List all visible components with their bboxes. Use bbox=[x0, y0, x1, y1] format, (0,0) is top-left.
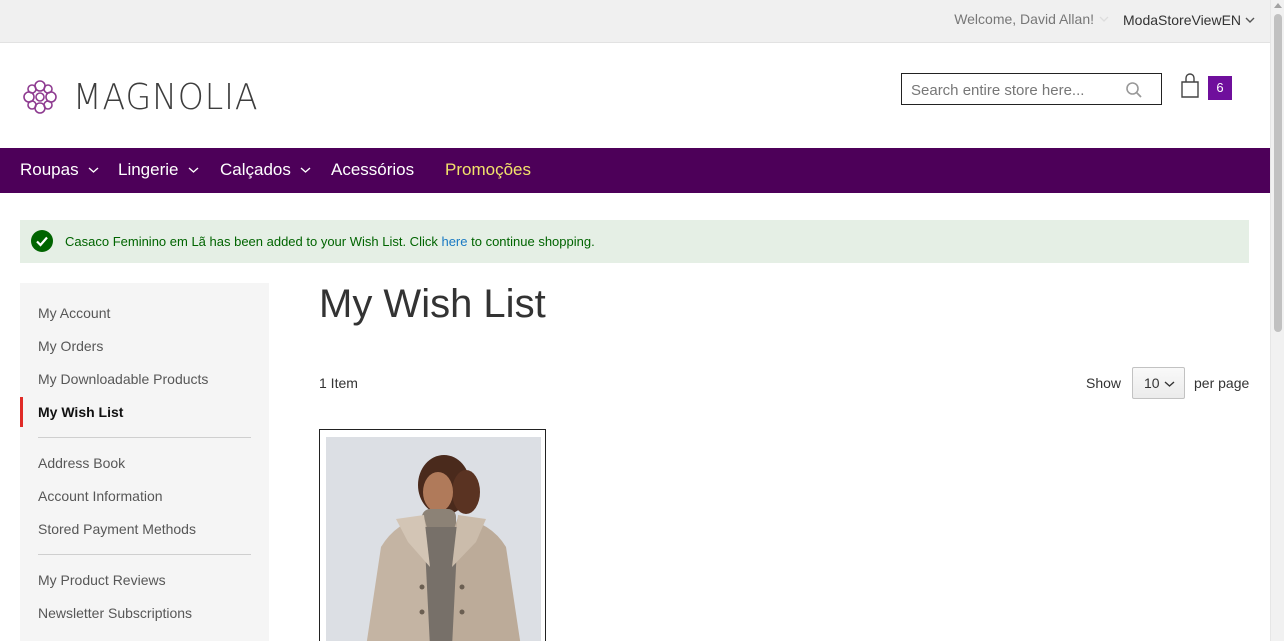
search-input[interactable] bbox=[911, 80, 1121, 100]
nav-item-roupas[interactable]: Roupas bbox=[20, 160, 99, 180]
item-count: 1 Item bbox=[319, 375, 358, 391]
nav-item-label: Acessórios bbox=[331, 160, 415, 179]
success-message-text: Casaco Feminino em Lã has been added to … bbox=[65, 234, 595, 249]
nav-item-label: Lingerie bbox=[118, 160, 179, 179]
magnolia-logo-icon bbox=[23, 80, 57, 114]
logo-text: MAGNOLIA bbox=[73, 76, 259, 118]
chevron-down-icon bbox=[1245, 17, 1255, 23]
continue-shopping-link[interactable]: here bbox=[441, 234, 467, 249]
nav-item-promocoes[interactable]: Promoções bbox=[445, 160, 531, 180]
chevron-down-icon bbox=[1099, 16, 1109, 22]
chevron-down-icon bbox=[188, 167, 198, 173]
store-view-label: ModaStoreViewEN bbox=[1123, 12, 1242, 28]
store-logo[interactable]: MAGNOLIA bbox=[19, 76, 275, 118]
nav-item-label: Calçados bbox=[220, 160, 291, 179]
page-title: My Wish List bbox=[319, 282, 546, 326]
per-page-label: per page bbox=[1194, 375, 1250, 391]
sidebar-divider bbox=[38, 437, 251, 438]
store-view-switcher[interactable]: ModaStoreViewEN bbox=[1123, 12, 1255, 28]
sidebar-item-newsletter-subscriptions[interactable]: Newsletter Subscriptions bbox=[38, 605, 192, 621]
per-page-value: 10 bbox=[1144, 375, 1160, 391]
sidebar-item-account-information[interactable]: Account Information bbox=[38, 488, 163, 504]
product-photo-illustration bbox=[326, 437, 541, 641]
success-message: Casaco Feminino em Lã has been added to … bbox=[20, 220, 1249, 263]
nav-item-calcados[interactable]: Calçados bbox=[220, 160, 311, 180]
top-bar: Welcome, David Allan! ModaStoreViewEN bbox=[0, 0, 1270, 43]
search-icon[interactable] bbox=[1125, 81, 1143, 99]
product-image[interactable] bbox=[326, 437, 541, 641]
nav-item-label: Promoções bbox=[445, 160, 531, 179]
sidebar-divider bbox=[38, 554, 251, 555]
main-navigation: Roupas Lingerie Calçados Acessórios Prom… bbox=[0, 148, 1270, 193]
show-label: Show bbox=[1086, 375, 1122, 391]
search-box[interactable] bbox=[901, 73, 1162, 105]
chevron-down-icon bbox=[300, 167, 311, 173]
sidebar-item-my-wish-list: My Wish List bbox=[38, 404, 124, 420]
chevron-down-icon bbox=[1164, 381, 1175, 387]
wishlist-product-card[interactable] bbox=[319, 429, 546, 641]
current-item-marker bbox=[20, 397, 23, 427]
sidebar-item-my-orders[interactable]: My Orders bbox=[38, 338, 103, 354]
nav-item-lingerie[interactable]: Lingerie bbox=[118, 160, 199, 180]
page-scrollbar[interactable] bbox=[1270, 0, 1284, 641]
shopping-bag-icon[interactable] bbox=[1180, 73, 1200, 99]
sidebar-item-product-reviews[interactable]: My Product Reviews bbox=[38, 572, 166, 588]
nav-item-label: Roupas bbox=[20, 160, 79, 179]
sidebar-item-address-book[interactable]: Address Book bbox=[38, 455, 125, 471]
scrollbar-thumb[interactable] bbox=[1274, 14, 1282, 332]
per-page-select[interactable]: 10 bbox=[1132, 367, 1185, 399]
chevron-down-icon bbox=[88, 167, 99, 173]
sidebar-item-my-account[interactable]: My Account bbox=[38, 305, 110, 321]
welcome-message: Welcome, David Allan! bbox=[954, 11, 1094, 27]
nav-item-acessorios[interactable]: Acessórios bbox=[331, 160, 414, 180]
cart-counter-badge[interactable]: 6 bbox=[1208, 76, 1232, 100]
scroll-up-arrow-icon[interactable] bbox=[1274, 3, 1282, 8]
account-sidebar: My Account My Orders My Downloadable Pro… bbox=[20, 283, 269, 641]
sidebar-item-stored-payment-methods[interactable]: Stored Payment Methods bbox=[38, 521, 196, 537]
sidebar-item-downloadable-products[interactable]: My Downloadable Products bbox=[38, 371, 208, 387]
check-circle-icon bbox=[31, 230, 53, 252]
